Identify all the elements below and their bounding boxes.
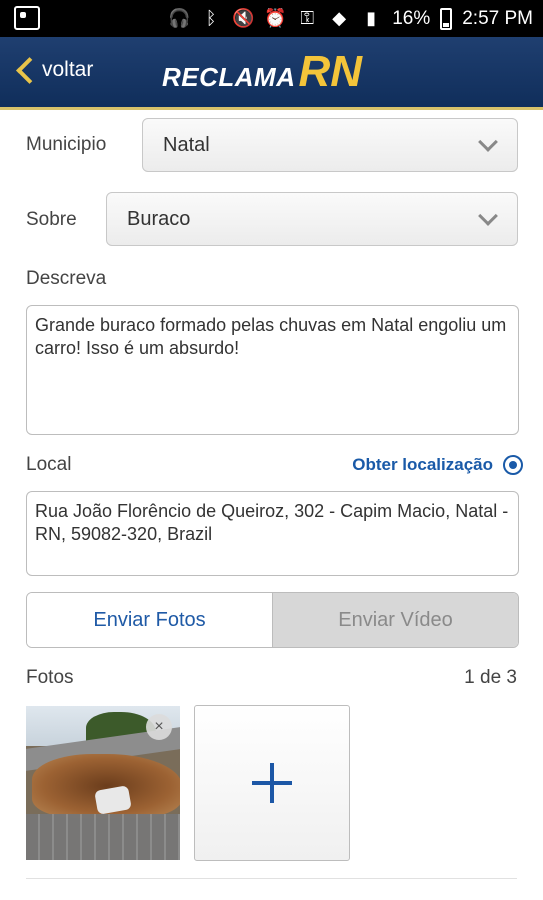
photos-counter: 1 de 3	[464, 667, 517, 688]
descreva-label: Descreva	[26, 268, 107, 289]
municipio-value: Natal	[163, 133, 210, 156]
mute-icon: 🔇	[232, 8, 255, 28]
battery-icon	[440, 7, 453, 30]
local-label: Local	[26, 454, 72, 475]
logo-text: RECLAMA	[162, 62, 296, 92]
municipio-label: Municipio	[26, 134, 107, 155]
photo-thumbnail[interactable]: ×	[26, 706, 180, 860]
close-icon: ×	[154, 718, 164, 735]
municipio-select[interactable]: Natal	[142, 118, 518, 172]
location-target-icon	[503, 455, 523, 475]
photos-label: Fotos	[26, 667, 74, 688]
status-icons: 🎧 ᛒ 🔇 ⏰ ⚿ ◆ ▮ 16% 2:57 PM	[168, 0, 533, 37]
alarm-icon: ⏰	[264, 8, 287, 28]
bluetooth-icon: ᛒ	[205, 8, 217, 28]
back-label: voltar	[42, 58, 94, 81]
chevron-down-icon	[478, 132, 498, 152]
media-tabs: Enviar Fotos Enviar Vídeo	[26, 592, 519, 648]
divider	[26, 878, 517, 879]
get-location-label: Obter localização	[352, 455, 493, 474]
signal-icon: ▮	[366, 8, 377, 28]
sobre-label: Sobre	[26, 209, 77, 230]
add-photo-button[interactable]	[194, 705, 350, 861]
wifi-icon: ◆	[332, 8, 347, 28]
chevron-left-icon	[14, 55, 36, 85]
clock: 2:57 PM	[462, 7, 533, 29]
headphones-icon: 🎧	[168, 8, 191, 28]
battery-percent: 16%	[392, 7, 431, 29]
description-textarea[interactable]: Grande buraco formado pelas chuvas em Na…	[26, 305, 519, 435]
notification-icon	[14, 6, 40, 30]
tab-send-photos[interactable]: Enviar Fotos	[27, 593, 272, 647]
get-location-button[interactable]: Obter localização	[352, 455, 523, 475]
plus-icon	[252, 763, 292, 803]
chevron-down-icon	[478, 206, 498, 226]
tab-send-video[interactable]: Enviar Vídeo	[272, 593, 518, 647]
status-bar: 🎧 ᛒ 🔇 ⏰ ⚿ ◆ ▮ 16% 2:57 PM	[0, 0, 543, 37]
sobre-select[interactable]: Buraco	[106, 192, 518, 246]
sobre-value: Buraco	[127, 207, 191, 230]
back-button[interactable]: voltar	[14, 55, 93, 85]
app-header: voltar RECLAMA RN	[0, 37, 543, 110]
app-logo: RECLAMA RN	[162, 47, 362, 97]
logo-text-rn: RN	[298, 47, 363, 96]
key-icon: ⚿	[300, 8, 315, 28]
address-textarea[interactable]: Rua João Florêncio de Queiroz, 302 - Cap…	[26, 491, 519, 576]
remove-photo-button[interactable]: ×	[146, 714, 172, 740]
photo-pavement	[26, 814, 180, 860]
